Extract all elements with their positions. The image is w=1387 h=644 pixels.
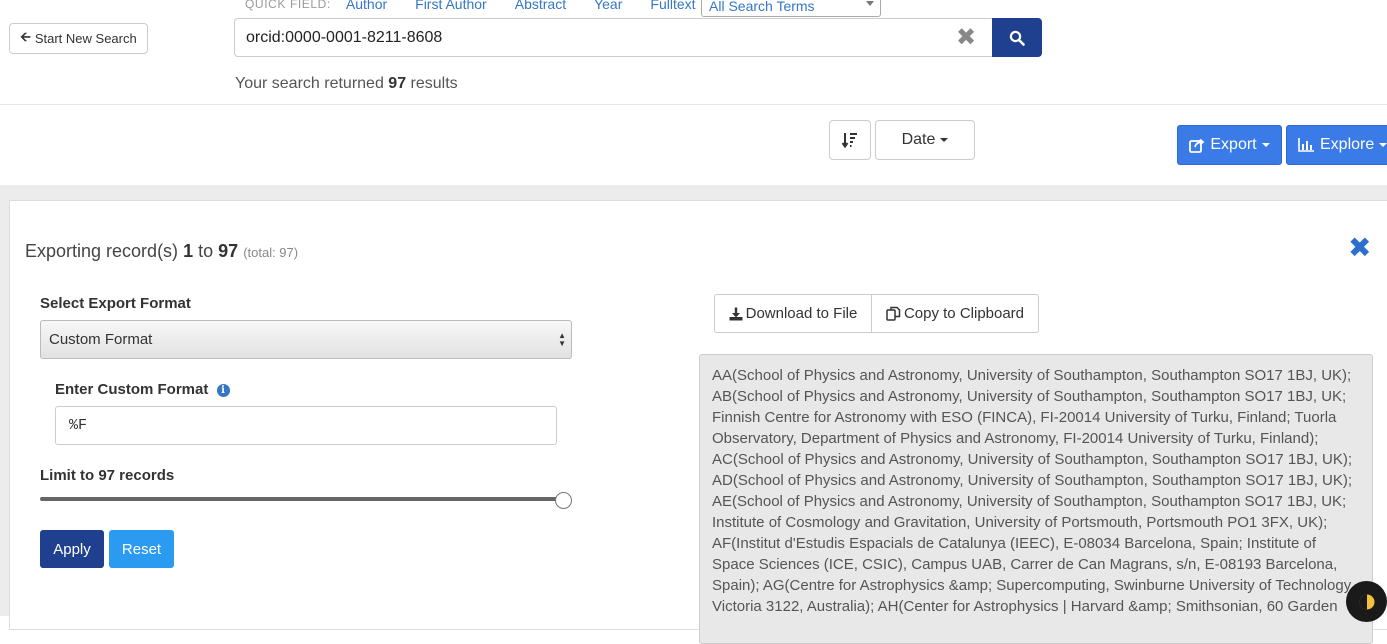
chevron-down-icon — [866, 1, 874, 6]
download-label: Download to File — [745, 305, 858, 322]
bar-chart-icon — [1298, 138, 1314, 152]
quick-field-author[interactable]: Author — [346, 0, 387, 12]
caret-down-icon — [940, 138, 949, 142]
moon-icon — [1359, 594, 1374, 609]
quick-field-label: QUICK FIELD: — [245, 0, 331, 11]
copy-icon — [886, 306, 901, 321]
search-terms-select[interactable]: All Search Terms — [701, 0, 881, 17]
explore-button[interactable]: Explore — [1286, 125, 1387, 165]
sort-field-dropdown[interactable]: Date — [875, 120, 975, 160]
copy-to-clipboard-button[interactable]: Copy to Clipboard — [872, 294, 1039, 333]
range-end: 97 — [218, 241, 239, 261]
total-note: (total: 97) — [243, 245, 299, 260]
export-label: Export — [1210, 136, 1257, 153]
search-button[interactable] — [992, 18, 1042, 57]
limit-slider-handle[interactable] — [555, 492, 572, 509]
start-new-search-label: Start New Search — [34, 31, 137, 46]
quick-field-year[interactable]: Year — [594, 0, 622, 12]
search-header: 🡨 Start New Search QUICK FIELD: Author F… — [0, 0, 1387, 105]
export-format-select[interactable]: Custom Format ▲ ▼ — [40, 320, 572, 359]
reset-button[interactable]: Reset — [109, 530, 174, 568]
caret-down-icon — [1379, 143, 1387, 147]
search-terms-select-value: All Search Terms — [709, 0, 815, 14]
share-icon — [1189, 138, 1205, 153]
clear-icon[interactable]: ✖ — [955, 26, 977, 50]
search-icon — [1009, 30, 1025, 46]
download-icon — [729, 307, 743, 320]
custom-format-label: Enter Custom Format — [55, 381, 209, 398]
start-new-search-button[interactable]: 🡨 Start New Search — [9, 23, 148, 54]
export-panel: Exporting record(s) 1 to 97 (total: 97) … — [9, 200, 1387, 644]
copy-label: Copy to Clipboard — [903, 305, 1025, 322]
select-format-label: Select Export Format — [40, 295, 191, 312]
results-summary: Your search returned 97 results — [235, 75, 458, 93]
quick-field-fulltext[interactable]: Fulltext — [650, 0, 695, 12]
title-prefix: Exporting record(s) — [25, 241, 179, 261]
caret-down-icon — [1261, 143, 1270, 147]
results-prefix: Your search returned — [235, 75, 384, 92]
download-to-file-button[interactable]: Download to File — [714, 294, 872, 333]
sort-field-label: Date — [901, 131, 936, 148]
close-icon[interactable]: ✖ — [1348, 234, 1371, 262]
export-panel-title: Exporting record(s) 1 to 97 (total: 97) — [25, 241, 298, 262]
quick-field-bar: QUICK FIELD: Author First Author Abstrac… — [245, 0, 724, 13]
explore-label: Explore — [1320, 136, 1375, 153]
export-output-textarea[interactable]: AA(School of Physics and Astronomy, Univ… — [699, 354, 1373, 644]
sort-icon — [841, 133, 857, 149]
range-start: 1 — [183, 241, 194, 261]
search-input[interactable]: orcid:0000-0001-8211-8608 — [234, 18, 993, 57]
limit-label: Limit to 97 records — [40, 467, 175, 484]
quick-field-first-author[interactable]: First Author — [415, 0, 487, 12]
export-button[interactable]: Export — [1177, 125, 1282, 165]
sort-direction-button[interactable] — [829, 120, 871, 160]
results-count: 97 — [388, 75, 407, 92]
quick-field-abstract[interactable]: Abstract — [515, 0, 566, 12]
apply-button[interactable]: Apply — [40, 530, 104, 568]
range-to: to — [198, 241, 214, 261]
select-arrows-icon: ▲ ▼ — [558, 331, 566, 348]
export-format-value: Custom Format — [49, 331, 153, 348]
export-actions: Download to File Copy to Clipboard — [714, 294, 1039, 333]
info-icon[interactable]: i — [216, 384, 230, 397]
limit-slider-track[interactable] — [40, 497, 564, 501]
results-suffix: results — [410, 75, 458, 92]
custom-format-input[interactable]: %F — [55, 406, 557, 445]
arrow-left-icon: 🡨 — [20, 28, 31, 44]
custom-format-label-row: Enter Custom Format i — [55, 381, 230, 398]
results-toolbar: Date Export Explore — [0, 105, 1387, 185]
